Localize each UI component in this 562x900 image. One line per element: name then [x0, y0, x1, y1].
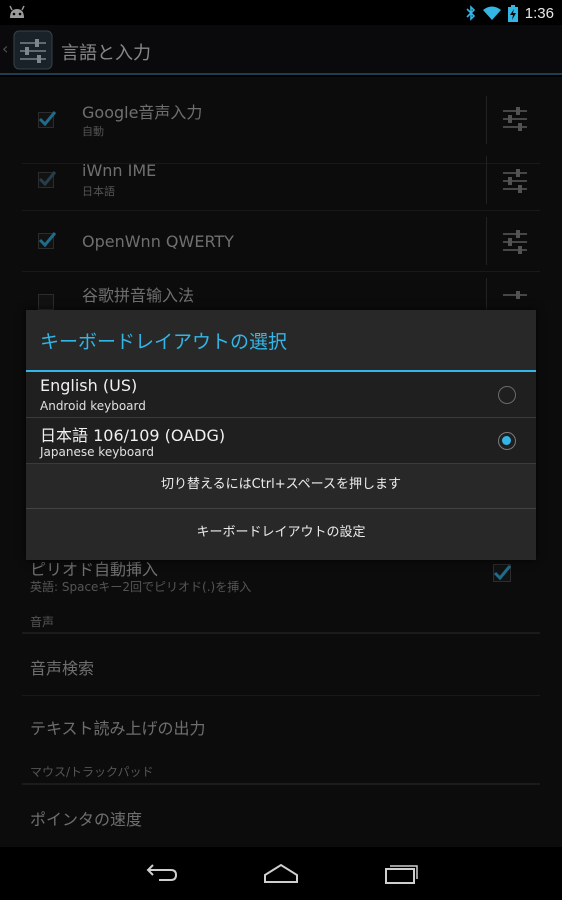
keyboard-layout-dialog: キーボードレイアウトの選択 English (US) Android keybo…	[26, 310, 536, 560]
layout-option-name: English (US)	[40, 376, 138, 395]
layout-option-sub: Japanese keyboard	[40, 445, 154, 459]
home-icon[interactable]	[263, 863, 299, 885]
layout-option-name: 日本語 106/109 (OADG)	[40, 426, 226, 445]
bluetooth-icon	[466, 5, 475, 21]
layout-option-english-us[interactable]: English (US) Android keyboard	[26, 372, 536, 417]
layout-option-sub: Android keyboard	[40, 399, 146, 413]
dialog-title: キーボードレイアウトの選択	[40, 331, 288, 353]
battery-charging-icon	[507, 4, 518, 22]
layout-option-japanese-oadg[interactable]: 日本語 106/109 (OADG) Japanese keyboard	[26, 418, 536, 463]
recent-apps-icon[interactable]	[384, 861, 418, 885]
radio-button[interactable]	[498, 386, 516, 404]
back-icon[interactable]	[145, 861, 179, 885]
keyboard-layout-settings-button[interactable]: キーボードレイアウトの設定	[26, 510, 536, 556]
android-icon	[9, 5, 25, 18]
wifi-icon	[482, 6, 501, 20]
clock: 1:36	[524, 4, 554, 22]
radio-button-selected[interactable]	[498, 432, 516, 450]
status-bar: 1:36	[0, 0, 562, 25]
switch-hint-text: 切り替えるにはCtrl+スペースを押します	[160, 477, 402, 492]
navigation-bar	[0, 847, 562, 900]
